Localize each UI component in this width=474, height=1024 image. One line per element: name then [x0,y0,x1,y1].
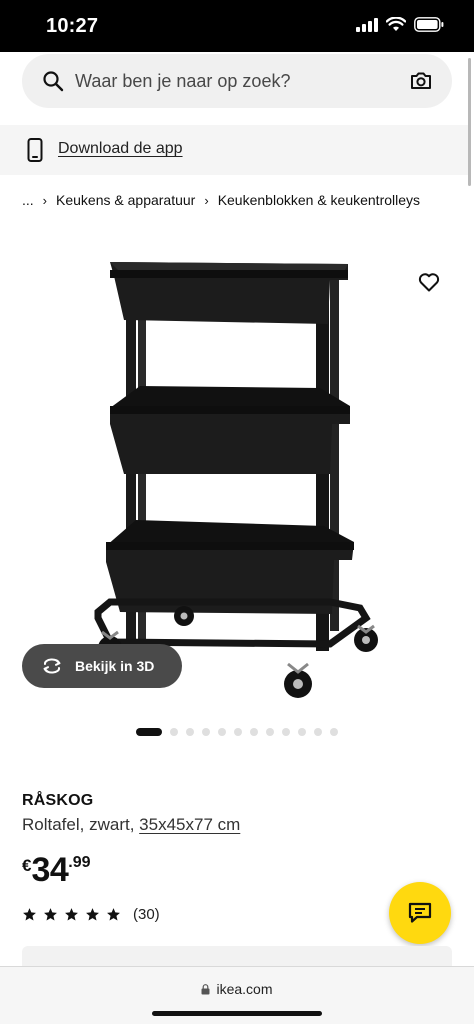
carousel-dot[interactable] [234,728,242,736]
search-icon [43,71,64,92]
breadcrumb: ... › Keukens & apparatuur › Keukenblokk… [22,192,420,208]
signal-icon [356,17,378,32]
url-text[interactable]: ikea.com [216,981,272,997]
breadcrumb-item-keukenblokken[interactable]: Keukenblokken & keukentrolleys [218,192,420,208]
product-price: € 34 .99 [22,850,91,890]
carousel-dot[interactable] [330,728,338,736]
chat-button[interactable] [389,882,451,944]
search-bar[interactable] [22,54,452,108]
product-size-link[interactable]: 35x45x77 cm [139,815,240,834]
status-time: 10:27 [46,15,99,37]
star-icon [44,908,57,921]
price-integer: 34 [31,851,69,889]
phone-icon [27,138,43,162]
status-bar: 10:27 [0,0,474,52]
url-row[interactable]: ikea.com [0,981,474,997]
heart-icon[interactable] [417,270,441,294]
breadcrumb-item-keukens[interactable]: Keukens & apparatuur [56,192,195,208]
product-type: Roltafel, zwart, [22,815,135,834]
chevron-right-icon: › [42,192,48,208]
status-icons [356,17,444,32]
search-input[interactable] [75,54,385,108]
carousel-dot[interactable] [218,728,226,736]
view-3d-label: Bekijk in 3D [75,658,155,674]
battery-icon [414,17,444,32]
scrollbar[interactable] [468,58,471,186]
carousel-dot[interactable] [266,728,274,736]
price-decimal: .99 [68,854,91,871]
star-icon [23,908,36,921]
carousel-dot[interactable] [282,728,290,736]
star-icon [65,908,78,921]
carousel-dot-active[interactable] [136,728,162,736]
product-description: Roltafel, zwart, 35x45x77 cm [22,815,240,835]
rotate-3d-icon [43,658,61,674]
carousel-dot[interactable] [250,728,258,736]
carousel-dot[interactable] [314,728,322,736]
star-icon [107,908,120,921]
product-image[interactable] [80,236,380,712]
product-name: RÅSKOG [22,792,94,809]
carousel-dot[interactable] [202,728,210,736]
browser-url-bar[interactable]: ikea.com [0,966,474,1024]
chat-icon [408,902,432,923]
price-currency: € [22,856,32,875]
lock-icon [201,983,210,994]
star-icon [86,908,99,921]
chevron-right-icon: › [204,192,209,208]
product-rating[interactable]: (30) [22,906,160,923]
carousel-indicator[interactable] [136,728,338,736]
carousel-dot[interactable] [298,728,306,736]
carousel-dot[interactable] [186,728,194,736]
camera-icon[interactable] [410,70,432,92]
home-indicator[interactable] [152,1011,322,1016]
wifi-icon [386,17,406,31]
view-3d-button[interactable]: Bekijk in 3D [22,644,182,688]
carousel-dot[interactable] [170,728,178,736]
rating-count: (30) [133,906,160,923]
breadcrumb-ellipsis[interactable]: ... [22,192,34,208]
download-app-link[interactable]: Download de app [58,140,183,158]
app-download-banner: Download de app [0,125,468,175]
